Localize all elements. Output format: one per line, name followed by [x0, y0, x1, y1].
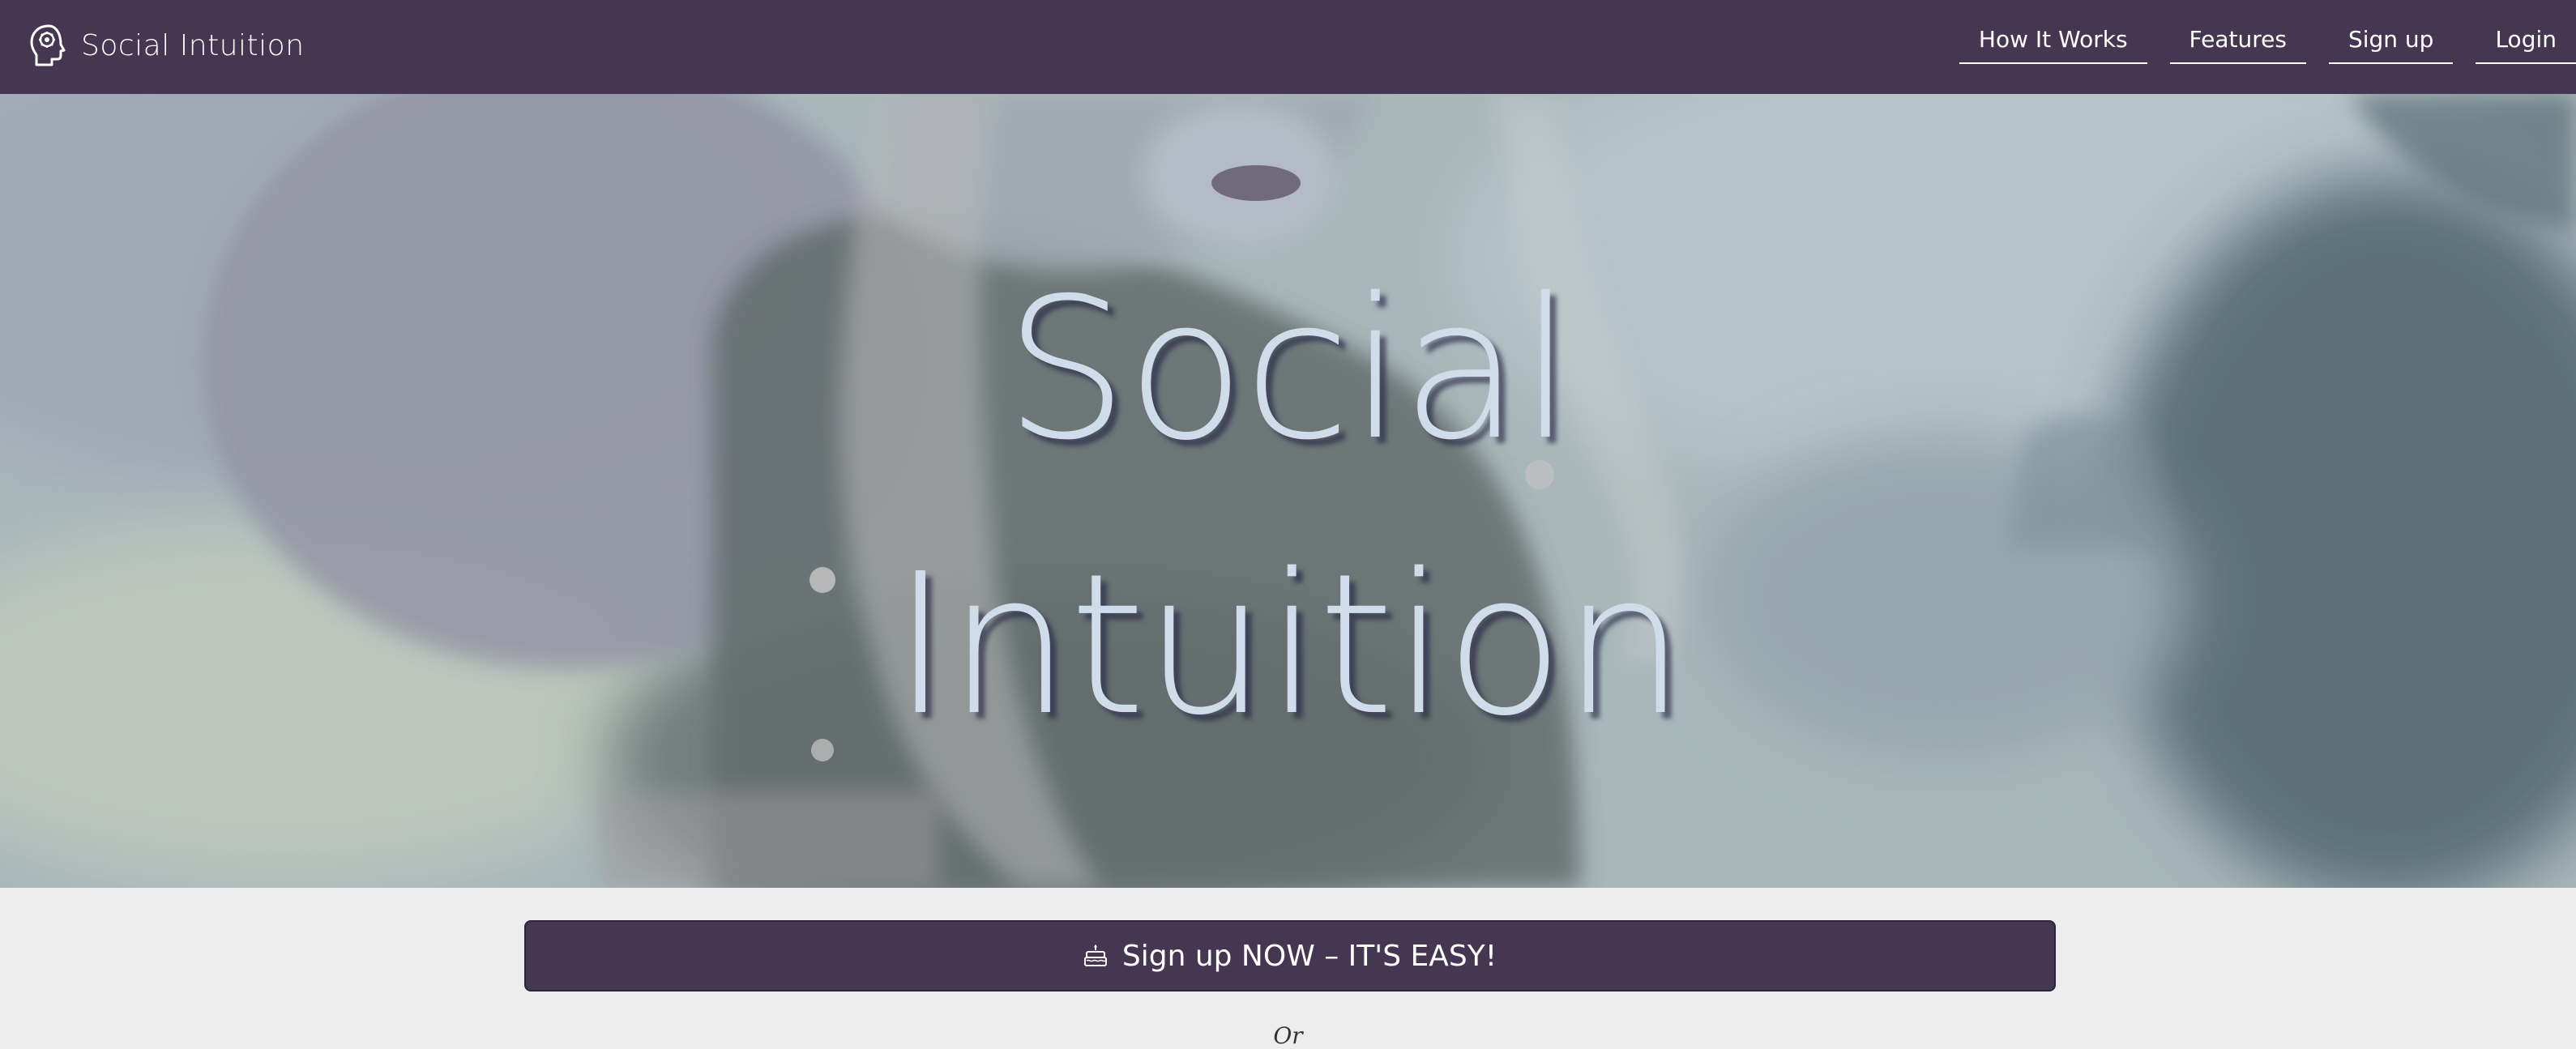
- top-navbar: Social Intuition How It Works Features S…: [0, 0, 2576, 94]
- hero-title-line-1: Social: [1004, 256, 1574, 483]
- hero-title: Social Intuition: [0, 232, 2576, 782]
- nav-links: How It Works Features Sign up Login: [1937, 24, 2576, 64]
- brand-name: Social Intuition: [81, 28, 305, 62]
- signup-now-label: Sign up NOW – IT'S EASY!: [1121, 939, 1497, 973]
- nav-how-it-works[interactable]: How It Works: [1959, 24, 2147, 64]
- brain-head-icon: [30, 24, 66, 66]
- nav-features[interactable]: Features: [2169, 24, 2306, 64]
- nav-sign-up[interactable]: Sign up: [2328, 24, 2454, 64]
- hero-title-line-2: Intuition: [891, 531, 1686, 758]
- signup-now-button[interactable]: Sign up NOW – IT'S EASY!: [524, 920, 2056, 991]
- hero-section: Social Intuition: [0, 94, 2576, 888]
- or-divider-text: Or: [1273, 1022, 1303, 1049]
- brand-link[interactable]: Social Intuition: [28, 21, 305, 70]
- nav-login[interactable]: Login: [2476, 24, 2576, 64]
- cake-icon: [1083, 945, 1107, 966]
